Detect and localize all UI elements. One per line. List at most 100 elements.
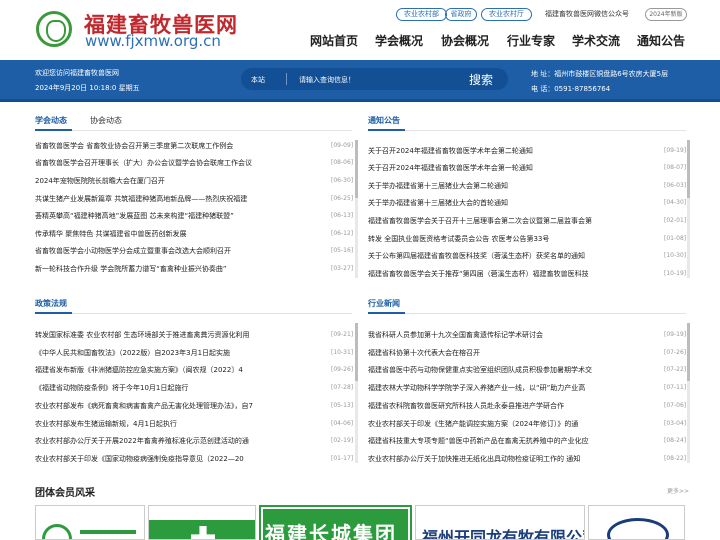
member-logo-ring-icon — [607, 518, 669, 539]
industry-date: [07-22] — [664, 366, 687, 373]
logo-emblem-icon[interactable] — [36, 11, 72, 47]
notice-date: [09-19] — [664, 147, 687, 154]
page: 福建畜牧兽医网 www.fjxmw.org.cn 农业农村部 省政府 农业农村厅… — [0, 0, 720, 540]
members-title: 团体会员风采 — [35, 488, 95, 499]
policy-item[interactable]: 转发国家标准委 农业农村部 生态环境部关于推进畜禽粪污资源化利用 — [35, 330, 325, 340]
industry-date: [08-22] — [664, 455, 687, 462]
industry-date: [03-04] — [664, 420, 687, 427]
industry-title[interactable]: 行业新闻 — [368, 298, 400, 309]
tab-association-news[interactable]: 协会动态 — [90, 115, 122, 126]
news-item[interactable]: 传承精华 聚焦特色 共谋福建省中兽医药创新发展 — [35, 229, 325, 239]
notice-date: [04-30] — [664, 199, 687, 206]
tab-society-news[interactable]: 学会动态 — [35, 115, 67, 126]
news-item[interactable]: 省畜牧兽医学会召开理事长（扩大）办公会议暨学会协会联席工作会议 — [35, 158, 325, 168]
nav-academic[interactable]: 学术交流 — [572, 32, 620, 49]
industry-item[interactable]: 福建省农科院畜牧兽医研究所科技人员赴永泰县推进产学研合作 — [368, 401, 658, 411]
member-tile-4[interactable]: 福州开同龙有牧有限公司 — [415, 505, 585, 540]
industry-item[interactable]: 农业农村部办公厅关于加快推进无纸化出具动物检疫证明工作的 通知 — [368, 454, 658, 464]
industry-date: [09-19] — [664, 331, 687, 338]
industry-item[interactable]: 福建省科协第十次代表大会在榕召开 — [368, 348, 658, 358]
notice-date: [10-19] — [664, 270, 687, 277]
policy-item[interactable]: 农业农村部发布生猪运输新规，4月1日起执行 — [35, 419, 325, 429]
news-date: [06-13] — [331, 212, 354, 219]
news-date: [08-06] — [331, 159, 354, 166]
industry-item[interactable]: 福建省科技重大专项专题“兽医中药新产品在畜禽无抗养殖中的产业化应 — [368, 436, 658, 446]
notice-item[interactable]: 关于举办福建省第十三届猪业大会第二轮通知 — [368, 181, 658, 191]
policy-item[interactable]: 《中华人民共和国畜牧法》（2022版）自2023年3月1日起实施 — [35, 348, 325, 358]
link-moa[interactable]: 农业农村部 — [396, 8, 447, 21]
nav-home[interactable]: 网站首页 — [310, 32, 358, 49]
industry-date: [07-11] — [664, 384, 687, 391]
notice-item[interactable]: 关于举办福建省第十三届猪业大会的首轮通知 — [368, 198, 658, 208]
news-date: [05-16] — [331, 247, 354, 254]
title-underline — [35, 312, 72, 314]
search-scope[interactable]: 本站 — [251, 75, 265, 85]
policy-date: [10-31] — [331, 349, 354, 356]
notice-title[interactable]: 通知公告 — [368, 115, 400, 126]
notice-item[interactable]: 关于召开2024年福建省畜牧兽医学术年会第二轮通知 — [368, 146, 658, 156]
industry-item[interactable]: 农业农村部关于印发《生猪产能调控实施方案（2024年修订）》的通 — [368, 419, 658, 429]
policy-item[interactable]: 农业农村部关于印发《国家动物疫病强制免疫指导意见（2022—20 — [35, 454, 325, 464]
new-version-badge[interactable]: 2024年新版 — [645, 8, 687, 21]
notice-item[interactable]: 福建省畜牧兽医学会关于召开十三届理事会第二次会议暨第二届监事会第 — [368, 216, 658, 226]
wechat-account-link[interactable]: 福建畜牧兽医网微信公众号 — [545, 9, 629, 19]
search-divider — [286, 73, 287, 85]
member-logo-icon — [42, 524, 72, 539]
news-date: [09-09] — [331, 142, 354, 149]
link-provincial-gov[interactable]: 省政府 — [445, 8, 477, 21]
news-item[interactable]: 省畜牧兽医学会小动物医学分会成立暨重事会改选大会顺利召开 — [35, 246, 325, 256]
member-tile-1[interactable] — [35, 505, 145, 540]
member-logo-stripe — [80, 530, 136, 534]
news-item[interactable]: 省畜牧兽医学会 省畜牧业协会召开第三季度第二次联席工作例会 — [35, 141, 325, 151]
member-tile-3[interactable]: 福建长城集团 — [259, 505, 412, 540]
notice-date: [06-03] — [664, 182, 687, 189]
member-name: 福州开同龙有牧有限公司 — [422, 528, 585, 540]
industry-item[interactable]: 福建农林大学动物科学学院学子深入养猪产业一线，以“研”助力产业高 — [368, 383, 658, 393]
news-item[interactable]: 2024年宠物医院院长前瞻大会在厦门召开 — [35, 176, 325, 186]
policy-item[interactable]: 《福建省动物防疫条例》将于今年10月1日起施行 — [35, 383, 325, 393]
policy-scroll-thumb[interactable] — [355, 323, 358, 381]
news-item[interactable]: 共谋生猪产业发展新篇章 共筑福建种猪高地新品牌——热烈庆祝福建 — [35, 194, 325, 204]
news-item[interactable]: 荟精英攀高“福建种猪高地”发展蓝图 芯未来构建“福建种猪联盟” — [35, 211, 325, 221]
tab-underline — [35, 129, 72, 131]
news-date: [06-12] — [331, 230, 354, 237]
search-input[interactable]: 请输入查询信息！ — [299, 75, 355, 85]
nav-association[interactable]: 协会概况 — [441, 32, 489, 49]
notice-scroll-thumb[interactable] — [687, 140, 690, 198]
policy-date: [07-28] — [331, 384, 354, 391]
address-text: 地 址：福州市鼓楼区铜盘路6号农房大厦5层 — [531, 70, 669, 78]
news-item[interactable]: 新一轮科技合作升级 学会院所蓄力谱写“畜禽种业振兴协奏曲” — [35, 264, 325, 274]
policy-item[interactable]: 农业农村部办公厅关于开展2022年畜禽养殖标准化示范创建活动的通 — [35, 436, 325, 446]
policy-title[interactable]: 政策法规 — [35, 298, 67, 309]
divider — [368, 130, 686, 131]
nav-experts[interactable]: 行业专家 — [507, 32, 555, 49]
title-underline — [368, 129, 405, 131]
notice-item[interactable]: 转发 全国执业兽医资格考试委员会公告 农医考公告第33号 — [368, 234, 658, 244]
title-underline — [368, 312, 405, 314]
industry-scroll-thumb[interactable] — [687, 323, 690, 381]
search-button[interactable]: 搜索 — [469, 71, 493, 88]
logo-url[interactable]: www.fjxmw.org.cn — [85, 32, 221, 50]
industry-item[interactable]: 我省科研人员参加第十九次全国畜禽遗传标记学术研讨会 — [368, 330, 658, 340]
news-scroll-thumb[interactable] — [355, 140, 358, 198]
notice-item[interactable]: 关于召开2024年福建省畜牧兽医学术年会第一轮通知 — [368, 163, 658, 173]
policy-item[interactable]: 福建省发布新版《非洲猪瘟防控应急实施方案》（闽农规〔2022〕4 — [35, 365, 325, 375]
industry-date: [08-24] — [664, 437, 687, 444]
member-tile-5[interactable] — [588, 505, 685, 540]
notice-item[interactable]: 福建省畜牧兽医学会关于推荐“第四届（菪溪生态杯）福建畜牧兽医科技 — [368, 269, 658, 279]
member-tile-2[interactable] — [148, 505, 256, 540]
welcome-text: 欢迎您访问福建畜牧兽医网 — [35, 69, 119, 77]
notice-date: [08-07] — [664, 164, 687, 171]
link-agri-dept[interactable]: 农业农村厅 — [481, 8, 532, 21]
divider — [35, 130, 352, 131]
member-name: 福建长城集团 — [265, 522, 397, 540]
industry-item[interactable]: 福建省兽医中药与动物保健重点实验室组织团队成员积极参加暑期学术交 — [368, 365, 658, 375]
policy-item[interactable]: 农业农村部发布《病死畜禽和病害畜禽产品无害化处理管理办法》，自7 — [35, 401, 325, 411]
notice-date: [10-30] — [664, 252, 687, 259]
more-link[interactable]: 更多>> — [667, 486, 689, 495]
nav-society[interactable]: 学会概况 — [375, 32, 423, 49]
news-date: [06-30] — [331, 177, 354, 184]
nav-notices[interactable]: 通知公告 — [637, 32, 685, 49]
news-date: [06-25] — [331, 195, 354, 202]
notice-item[interactable]: 关于公布第四届福建省畜牧兽医科技奖（菪溪生态杯）获奖名单的通知 — [368, 251, 658, 261]
